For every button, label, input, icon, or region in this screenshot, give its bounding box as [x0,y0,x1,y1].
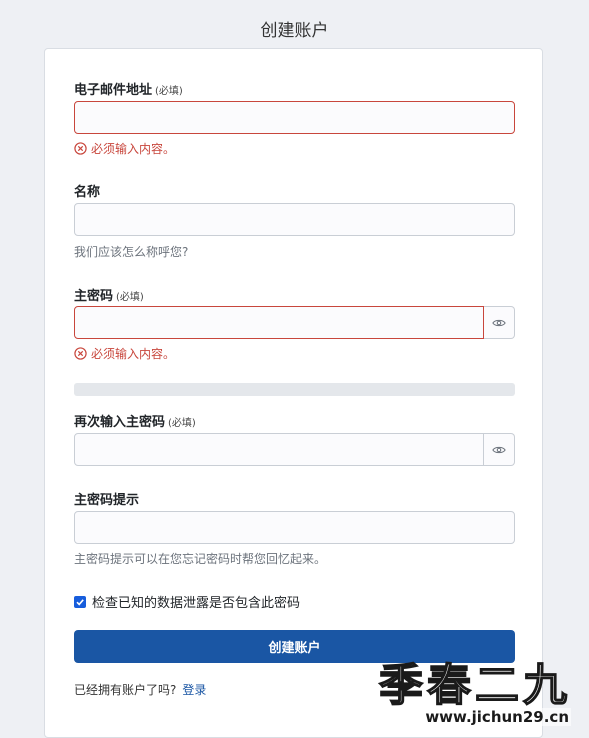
password-hint-helper: 主密码提示可以在您忘记密码时帮您回忆起来。 [74,550,326,567]
confirm-password-label: 再次输入主密码(必填) [74,411,196,430]
name-input[interactable] [74,203,515,236]
master-password-input[interactable] [74,306,484,339]
password-strength-meter [74,383,515,396]
page-title: 创建账户 [0,16,589,41]
master-password-label: 主密码(必填) [74,285,144,304]
password-hint-label: 主密码提示 [74,489,139,508]
breach-check-checkbox[interactable] [74,596,86,608]
email-input[interactable] [74,101,515,134]
eye-icon [492,318,506,328]
breach-check-label: 检查已知的数据泄露是否包含此密码 [92,592,300,611]
email-error: 必须输入内容。 [74,140,175,157]
email-required-tag: (必填) [155,86,183,97]
name-label-text: 名称 [74,185,100,200]
login-prompt: 已经拥有账户了吗? 登录 [74,681,206,698]
password-hint-label-text: 主密码提示 [74,493,139,508]
email-error-text: 必须输入内容。 [91,140,175,157]
master-password-error: 必须输入内容。 [74,345,175,362]
confirm-password-required-tag: (必填) [168,418,196,429]
login-prompt-text: 已经拥有账户了吗? [74,683,176,697]
name-label: 名称 [74,181,100,200]
email-label-text: 电子邮件地址 [74,83,152,98]
password-hint-input[interactable] [74,511,515,544]
error-circle-icon [74,347,87,360]
eye-icon [492,445,506,455]
name-helper: 我们应该怎么称呼您? [74,243,188,260]
confirm-password-input[interactable] [74,433,484,466]
breach-check-row[interactable]: 检查已知的数据泄露是否包含此密码 [74,592,300,611]
login-link[interactable]: 登录 [182,683,206,697]
master-password-label-text: 主密码 [74,289,113,304]
email-label: 电子邮件地址(必填) [74,79,183,98]
register-form-card: 电子邮件地址(必填) 必须输入内容。 名称 我们应该怎么称呼您? 主密码(必填)… [44,48,543,738]
checkmark-icon [75,597,85,607]
master-password-required-tag: (必填) [116,292,144,303]
confirm-password-label-text: 再次输入主密码 [74,415,165,430]
error-circle-icon [74,142,87,155]
create-account-button[interactable]: 创建账户 [74,630,515,663]
master-password-error-text: 必须输入内容。 [91,345,175,362]
toggle-confirm-visibility-button[interactable] [484,433,515,466]
toggle-password-visibility-button[interactable] [484,306,515,339]
